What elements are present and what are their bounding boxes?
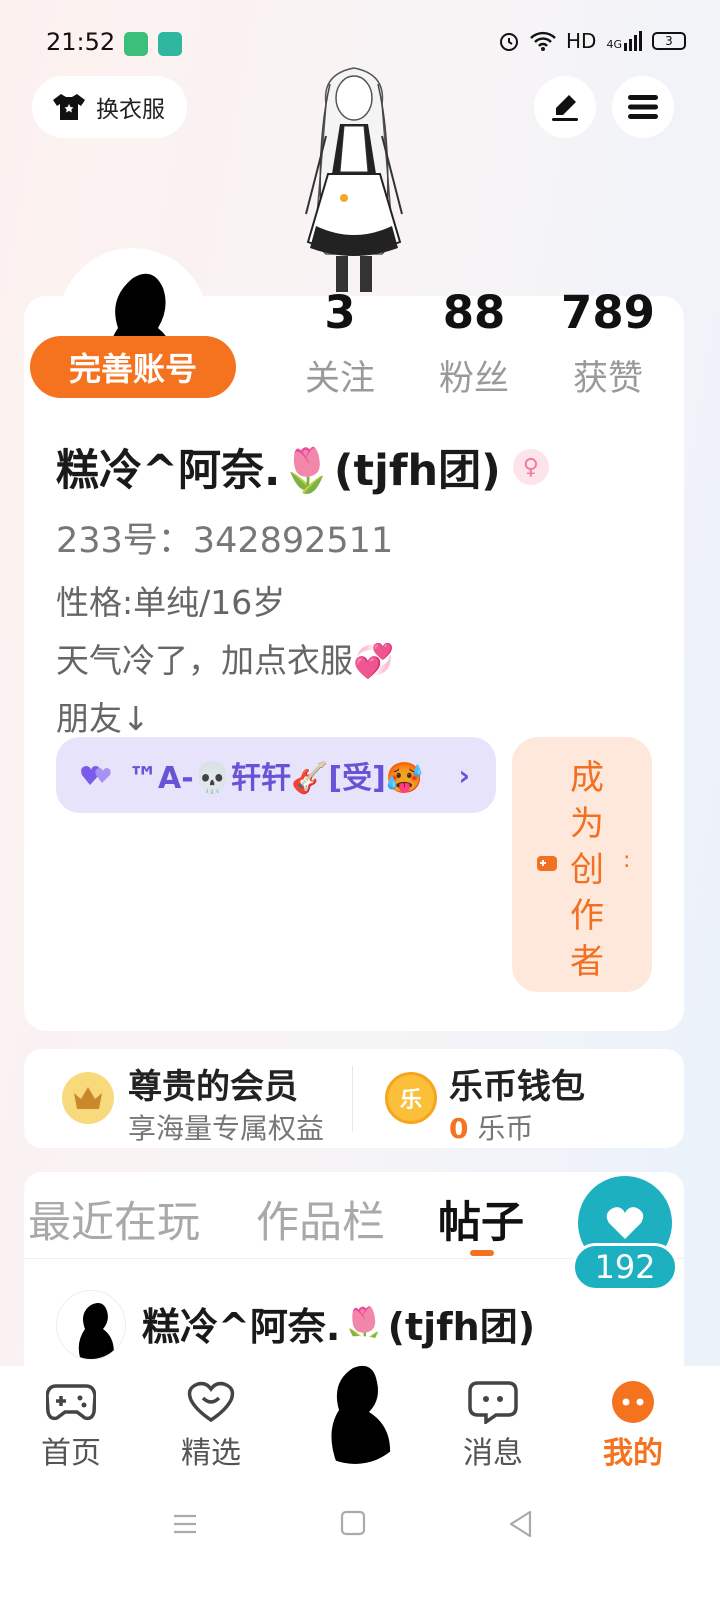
nav-me[interactable]: 我的 <box>578 1380 688 1472</box>
crown-icon <box>62 1072 114 1124</box>
recent-apps-icon[interactable] <box>172 1512 198 1536</box>
avatar-character[interactable] <box>286 64 422 296</box>
wifi-icon <box>530 31 556 51</box>
nav-label: 我的 <box>603 1436 663 1471</box>
hd-label: HD <box>566 29 597 53</box>
complete-account-button[interactable]: 完善账号 <box>30 336 236 398</box>
likes-received-label[interactable]: 获赞 <box>548 350 668 401</box>
center-avatar-button[interactable] <box>299 1352 411 1464</box>
back-system-icon[interactable] <box>508 1510 534 1538</box>
heart-icon <box>606 1207 644 1239</box>
likes-received-count[interactable]: 789 <box>548 286 668 339</box>
post-author-avatar[interactable] <box>56 1290 126 1360</box>
bio-line: 天气冷了，加点衣服💞 <box>56 641 395 680</box>
chevron-right-icon: › <box>458 758 470 792</box>
signal-icon: 4G <box>606 31 642 51</box>
system-navigation-bar <box>0 1484 720 1600</box>
status-time: 21:52 <box>46 28 116 56</box>
home-system-icon[interactable] <box>340 1510 366 1536</box>
gamepad-sparkle-icon <box>537 856 557 871</box>
nav-label: 精选 <box>181 1436 241 1471</box>
nav-label: 首页 <box>41 1436 101 1471</box>
heart-chat-icon <box>187 1381 235 1423</box>
double-heart-icon <box>81 766 111 785</box>
profile-bio: 性格:单纯/16岁 天气冷了，加点衣服💞 朋友↓ <box>56 574 394 748</box>
menu-icon <box>628 95 658 119</box>
message-icon <box>468 1381 518 1424</box>
battery-saver-icon <box>124 32 148 56</box>
coin-amount: 0 <box>449 1112 469 1145</box>
profile-nickname: 糕冷^阿奈.🌷(tjfh团) ♀ <box>56 436 549 498</box>
vip-member-title[interactable]: 尊贵的会员 <box>128 1059 298 1108</box>
likes-float-count[interactable]: 192 <box>572 1243 678 1291</box>
following-label[interactable]: 关注 <box>280 350 400 401</box>
tab-recently-played[interactable]: 最近在玩 <box>28 1188 200 1250</box>
nav-label: 消息 <box>463 1436 523 1471</box>
nickname-text: 糕冷^阿奈.🌷(tjfh团) <box>56 446 501 496</box>
edit-profile-button[interactable] <box>534 76 596 138</box>
divider <box>352 1066 353 1132</box>
cp-tag-text: ™A-💀轩轩🎸[受]🥵 <box>128 761 424 796</box>
alarm-icon <box>500 33 519 51</box>
female-gender-icon: ♀ <box>512 449 549 485</box>
menu-button[interactable] <box>612 76 674 138</box>
pen-icon <box>552 95 578 121</box>
cp-relationship-tag[interactable]: ™A-💀轩轩🎸[受]🥵 › <box>56 737 496 813</box>
nav-home[interactable]: 首页 <box>16 1380 126 1472</box>
user-id[interactable]: 233号：342892511 <box>56 512 393 563</box>
status-icons: HD 4G 3 <box>498 29 686 53</box>
shirt-icon <box>53 94 85 120</box>
followers-count[interactable]: 88 <box>414 286 534 339</box>
nav-featured[interactable]: 精选 <box>156 1380 266 1472</box>
coin-wallet-balance[interactable]: 0 乐币 <box>449 1107 533 1147</box>
followers-label[interactable]: 粉丝 <box>414 350 534 401</box>
bio-line: 性格:单纯/16岁 <box>56 583 286 622</box>
change-outfit-label: 换衣服 <box>96 97 165 123</box>
battery-icon: 3 <box>652 32 686 50</box>
vip-member-subtitle[interactable]: 享海量专属权益 <box>128 1107 324 1147</box>
nav-messages[interactable]: 消息 <box>438 1380 548 1472</box>
following-count[interactable]: 3 <box>280 286 400 339</box>
tab-works[interactable]: 作品栏 <box>256 1188 385 1250</box>
coin-icon: 乐 <box>385 1072 437 1124</box>
member-wallet-card <box>24 1049 684 1148</box>
gamepad-icon <box>46 1384 96 1421</box>
app-notification-icon <box>158 32 182 56</box>
change-outfit-button[interactable]: 换衣服 <box>32 76 187 138</box>
chevron-right-icon: : <box>623 848 631 873</box>
coin-unit: 乐币 <box>477 1112 534 1145</box>
tab-posts[interactable]: 帖子 <box>438 1188 524 1250</box>
profile-dots-icon <box>612 1381 654 1423</box>
active-tab-indicator <box>470 1250 494 1256</box>
coin-wallet-title[interactable]: 乐币钱包 <box>449 1059 585 1108</box>
become-creator-label[interactable]: 成 为 创 作 者 <box>567 755 607 985</box>
